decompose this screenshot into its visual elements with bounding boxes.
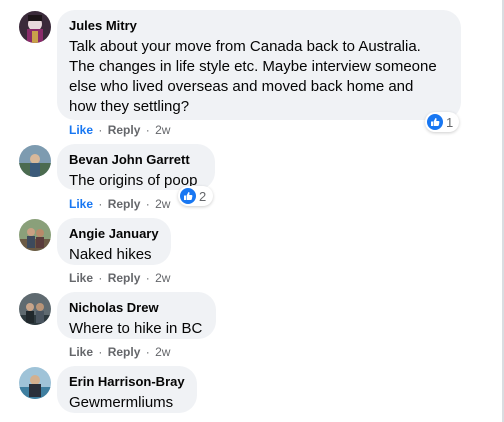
action-separator: · [98,123,103,137]
reply-link[interactable]: Reply [108,123,141,137]
reaction-count[interactable]: 1 [425,112,459,132]
avatar-bevan-john-garrett[interactable] [19,145,51,177]
comment-text-line: Gewmermliums [69,394,174,411]
action-separator: · [98,271,103,285]
reaction-count[interactable]: 2 [178,186,213,206]
like-link[interactable]: Like [69,345,93,359]
like-link[interactable]: Like [69,123,93,137]
comment-actions: Like · Reply · 2w [69,270,170,286]
comment-author[interactable]: Erin Harrison-Bray [69,374,185,390]
comment-author[interactable]: Nicholas Drew [69,300,204,316]
reply-link[interactable]: Reply [108,197,141,211]
comment-timestamp[interactable]: 2w [155,271,170,285]
like-thumb-icon [180,188,196,204]
comment-actions: Like · Reply · 2w [69,196,170,212]
comment-actions: Like · Reply · 2w [69,344,170,360]
like-thumb-icon [427,114,443,130]
comment-author[interactable]: Bevan John Garrett [69,152,203,168]
comment-text-line: Talk about your move from Canada back to… [69,38,421,55]
comment-thread: Jules Mitry Talk about your move from Ca… [0,0,504,422]
comment-timestamp[interactable]: 2w [155,197,170,211]
comment-author[interactable]: Jules Mitry [69,18,449,34]
comment-timestamp[interactable]: 2w [155,123,170,137]
action-separator: · [98,197,103,211]
comment-text-line: how they settling? [69,98,190,115]
reply-link[interactable]: Reply [108,271,141,285]
reaction-count-number: 2 [199,188,207,204]
like-link[interactable]: Like [69,197,93,211]
action-separator: · [98,345,103,359]
comment-text-line: Where to hike in BC [69,320,203,337]
action-separator: · [145,345,150,359]
action-separator: · [145,197,150,211]
comment-bubble: Bevan John Garrett The origins of poop [57,144,215,190]
comment-bubble: Angie January Naked hikes [57,218,171,265]
reaction-count-number: 1 [446,114,454,130]
comment-text-line: Naked hikes [69,246,152,263]
comment-bubble: Nicholas Drew Where to hike in BC [57,292,216,339]
reply-link[interactable]: Reply [108,345,141,359]
like-link[interactable]: Like [69,271,93,285]
action-separator: · [145,271,150,285]
action-separator: · [145,123,150,137]
comment-actions: Like · Reply · 2w [69,122,170,138]
avatar-jules-mitry[interactable] [19,11,51,43]
comment-author[interactable]: Angie January [69,226,159,242]
avatar-angie-january[interactable] [19,219,51,251]
avatar-erin-harrison-bray[interactable] [19,367,51,399]
comment-bubble: Jules Mitry Talk about your move from Ca… [57,10,461,120]
avatar-nicholas-drew[interactable] [19,293,51,325]
comment-timestamp[interactable]: 2w [155,345,170,359]
comment-bubble: Erin Harrison-Bray Gewmermliums [57,366,197,413]
comment-text-line: The changes in life style etc. Maybe int… [69,58,437,75]
comment-text-line: else who lived overseas and moved back h… [69,78,414,95]
